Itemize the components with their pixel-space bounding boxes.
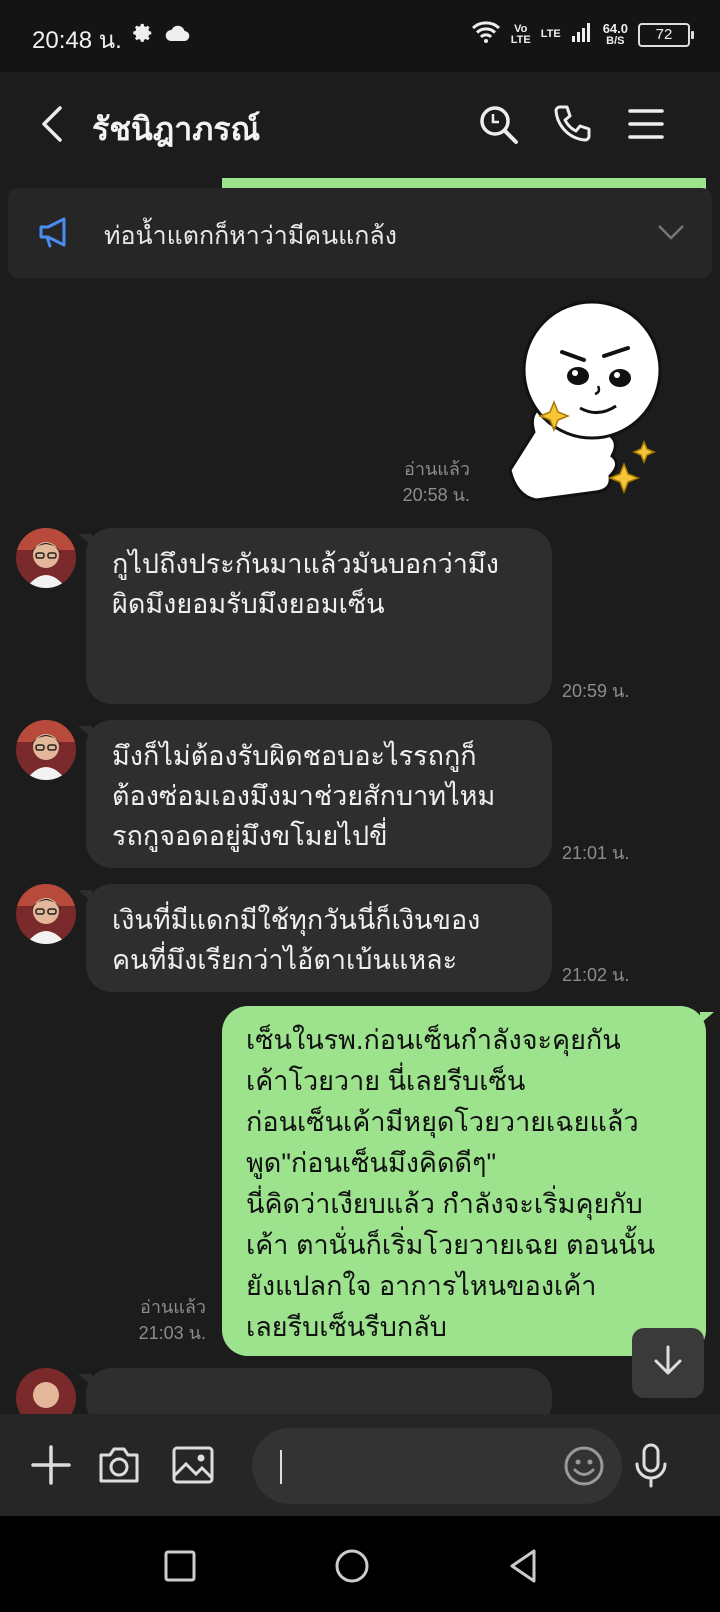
message-time: 21:02 น. <box>562 965 630 985</box>
sticker-status: อ่านแล้ว 20:58 น. <box>403 456 470 508</box>
message-line: เซ็นในรพ.ก่อนเซ็นกำลังจะคุยกัน <box>246 1025 621 1055</box>
settings-icon <box>132 22 154 49</box>
message-time: 20:59 น. <box>562 681 630 701</box>
message-input[interactable] <box>252 1428 622 1504</box>
avatar[interactable] <box>16 884 76 944</box>
chat-header: รัชนิฎาภรณ์ <box>0 72 720 184</box>
message-line: มึงก็ไม่ต้องรับผิดชอบอะไรรถกูก็ <box>112 741 477 771</box>
message-line: รถกูจอดอยู่มึงขโมยไปขี่ <box>112 821 388 851</box>
message-time: 20:58 น. <box>402 485 470 505</box>
search-icon[interactable] <box>476 102 520 146</box>
message-line: เงินที่มีแดกมีใช้ทุกวันนี่ก็เงินของ <box>112 905 481 935</box>
message-line: ต้องซ่อมเองมึงมาช่วยสักบาทไหม <box>112 781 496 811</box>
camera-icon[interactable] <box>96 1442 142 1488</box>
cloud-icon <box>164 23 190 48</box>
image-icon[interactable] <box>170 1442 216 1488</box>
avatar[interactable] <box>16 528 76 588</box>
plus-icon[interactable] <box>28 1442 74 1488</box>
speed-unit: B/S <box>606 34 625 47</box>
lte-label: LTE <box>540 28 561 40</box>
message-line: เลยรีบเซ็นรีบกลับ <box>246 1312 447 1342</box>
megaphone-icon <box>38 216 74 253</box>
system-nav-bar <box>0 1516 720 1612</box>
message-line: คนที่มึงเรียกว่าไอ้ตาเบ้นแหละ <box>112 945 458 975</box>
signal-icon <box>571 21 593 48</box>
avatar[interactable] <box>16 1368 76 1414</box>
incoming-message[interactable]: เงินที่มีแดกมีใช้ทุกวันนี่ก็เงินของ คนที… <box>78 884 552 992</box>
message-line: พูด"ก่อนเซ็นมึงคิดดีๆ" <box>246 1148 497 1178</box>
emoji-icon[interactable] <box>562 1444 606 1493</box>
speed-value: 64.0 <box>602 20 628 36</box>
announcement-text: ท่อน้ำแตกก็หาว่ามีคนแกล้ง <box>104 222 397 250</box>
message-status: อ่านแล้ว 21:03 น. <box>139 1294 206 1346</box>
status-time: 20:48 น. <box>32 27 122 54</box>
recent-apps-button[interactable] <box>160 1546 200 1586</box>
message-line: เค้าโวยวาย นี่เลยรีบเซ็น <box>246 1066 526 1096</box>
volte-bottom: LTE <box>510 33 531 46</box>
wifi-icon <box>471 20 501 49</box>
read-status: อ่านแล้ว <box>404 459 470 479</box>
status-bar: 20:48 น. Vo LTE LTE 64.0 B/S 72 <box>0 0 720 72</box>
message-line: นี่คิดว่าเงียบแล้ว กำลังจะเริ่มคุยกับ <box>246 1189 643 1219</box>
page-title: รัชนิฎาภรณ์ <box>92 111 261 147</box>
chevron-down-icon[interactable] <box>656 222 686 247</box>
chat-area: อ่านแล้ว 20:58 น. กูไปถึงประกันมาแล้วมัน… <box>0 278 720 1414</box>
announcement-bar[interactable]: ท่อน้ำแตกก็หาว่ามีคนแกล้ง <box>8 188 712 278</box>
status-icons-right: Vo LTE LTE 64.0 B/S 72 <box>471 20 694 49</box>
back-icon[interactable] <box>32 100 76 148</box>
mic-icon[interactable] <box>628 1442 674 1488</box>
message-line: เค้า ตานั่นก็เริ่มโวยวายเฉย ตอนนั้น <box>246 1230 656 1260</box>
arrow-down-icon <box>650 1343 686 1384</box>
text-caret <box>280 1450 282 1484</box>
message-line: ยังแปลกใจ อาการไหนของเค้า <box>246 1271 597 1301</box>
battery-icon: 72 <box>638 22 694 47</box>
message-input-bar <box>0 1414 720 1516</box>
avatar[interactable] <box>16 720 76 780</box>
home-button[interactable] <box>332 1546 372 1586</box>
incoming-message[interactable] <box>78 1368 552 1414</box>
message-time: 21:01 น. <box>562 843 630 863</box>
back-nav-button[interactable] <box>504 1546 544 1586</box>
phone-icon[interactable] <box>550 102 594 146</box>
incoming-message[interactable]: มึงก็ไม่ต้องรับผิดชอบอะไรรถกูก็ ต้องซ่อม… <box>78 720 552 868</box>
message-time: 21:03 น. <box>138 1323 206 1343</box>
network-speed: 64.0 B/S <box>602 20 628 47</box>
sticker[interactable] <box>506 292 692 518</box>
outgoing-message[interactable]: เซ็นในรพ.ก่อนเซ็นกำลังจะคุยกัน เค้าโวยวา… <box>222 1006 714 1356</box>
incoming-message[interactable]: กูไปถึงประกันมาแล้วมันบอกว่ามึง ผิดมึงยอ… <box>78 528 552 704</box>
message-line: ก่อนเซ็นเค้ามีหยุดโวยวายเฉยแล้ว <box>246 1107 639 1137</box>
status-icons-left <box>132 22 190 49</box>
menu-icon[interactable] <box>624 102 668 146</box>
read-status: อ่านแล้ว <box>140 1297 206 1317</box>
message-line: ผิดมึงยอมรับมึงยอมเซ็น <box>112 589 385 619</box>
scroll-to-bottom-button[interactable] <box>632 1328 704 1398</box>
message-line: กูไปถึงประกันมาแล้วมันบอกว่ามึง <box>112 549 499 579</box>
volte-label: Vo LTE <box>510 23 531 46</box>
